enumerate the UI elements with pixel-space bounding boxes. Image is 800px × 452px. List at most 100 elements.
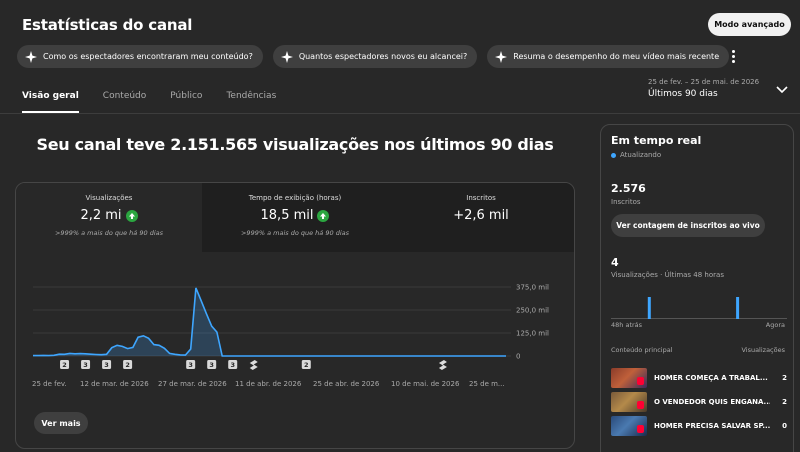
event-marker-label: 2 xyxy=(62,361,67,369)
kpi-tabs: Visualizações 2,2 mi >999% a mais do que… xyxy=(16,183,574,252)
live-dot-icon xyxy=(611,152,616,158)
event-marker-label: 3 xyxy=(188,361,193,369)
top-content-row[interactable]: HOMER PRECISA SALVAR SP... 0 xyxy=(611,416,787,436)
suggestion-chip-2[interactable]: Quantos espectadores novos eu alcancei? xyxy=(272,45,478,68)
analytics-page: Estatísticas do canal Modo avançado Como… xyxy=(0,0,800,452)
event-marker-label: 2 xyxy=(125,361,130,369)
suggestion-chip-label: Como os espectadores encontraram meu con… xyxy=(43,52,253,61)
tab-audience[interactable]: Público xyxy=(170,91,202,113)
kpi-note: >999% a mais do que há 90 dias xyxy=(240,229,349,237)
y-tick-label: 375,0 mil xyxy=(516,284,549,292)
x-tick-label: 10 de mai. de 2026 xyxy=(391,380,460,388)
x-tick-label: 25 de m... xyxy=(469,380,505,388)
top-content-metric: Visualizações xyxy=(741,346,785,354)
date-range-preset: Últimos 90 dias xyxy=(648,89,718,99)
see-more-button[interactable]: Ver mais xyxy=(34,412,88,434)
views-chart: 375,0 mil 250,0 mil 125,0 mil 0 2 3 3 2 3 3 3 2 25 d… xyxy=(32,284,549,389)
x-tick-label: 11 de abr. de 2026 xyxy=(235,380,302,388)
event-marker-label: 3 xyxy=(83,361,88,369)
kpi-note: >999% a mais do que há 90 dias xyxy=(54,229,163,237)
video-thumbnail xyxy=(611,392,647,412)
video-views: 2 xyxy=(782,398,787,406)
sparkle-icon xyxy=(494,50,508,64)
kpi-watch-time[interactable]: Tempo de exibição (horas) 18,5 mil >999%… xyxy=(202,183,388,252)
mini-bar xyxy=(736,297,740,319)
more-vert-icon[interactable] xyxy=(728,47,738,65)
mini-axis-left: 48h atrás xyxy=(611,321,643,329)
views-area xyxy=(33,287,506,356)
shorts-logo-icon xyxy=(637,377,644,385)
kpi-value: 2,2 mi xyxy=(80,208,122,223)
y-tick-label: 0 xyxy=(516,353,520,361)
kpi-value-row: 2,2 mi xyxy=(16,208,202,223)
realtime-title: Em tempo real xyxy=(611,134,702,147)
tab-overview[interactable]: Visão geral xyxy=(22,91,79,113)
video-title: HOMER PRECISA SALVAR SP... xyxy=(654,422,770,430)
event-marker-label: 3 xyxy=(209,361,214,369)
video-title: O VENDEDOR QUIS ENGANA... xyxy=(654,398,770,406)
kpi-value-row: +2,6 mil xyxy=(388,208,574,223)
mini-bar xyxy=(647,297,651,319)
headline: Seu canal teve 2.151.565 visualizações n… xyxy=(36,135,554,154)
top-content-header: Conteúdo principal xyxy=(611,346,673,354)
shorts-logo-icon xyxy=(637,401,644,409)
realtime-views-label: Visualizações · Últimas 48 horas xyxy=(611,271,724,279)
video-thumbnail xyxy=(611,416,647,436)
event-marker-label: 2 xyxy=(304,361,309,369)
suggestion-chip-3[interactable]: Resuma o desempenho do meu vídeo mais re… xyxy=(487,45,730,68)
sparkle-icon xyxy=(24,50,38,64)
realtime-subscribers-value: 2.576 xyxy=(611,182,646,195)
realtime-panel: Em tempo real Atualizando 2.576 Inscrito… xyxy=(600,124,794,452)
realtime-mini-chart xyxy=(611,297,787,319)
video-thumbnail xyxy=(611,368,647,388)
video-title: HOMER COMEÇA A TRABAL... xyxy=(654,374,768,382)
date-range-picker[interactable]: 25 de fev. – 25 de mai. de 2026 Últimos … xyxy=(648,78,759,99)
event-marker-label: 3 xyxy=(104,361,109,369)
top-content-row[interactable]: O VENDEDOR QUIS ENGANA... 2 xyxy=(611,392,787,412)
views-line xyxy=(33,287,506,357)
realtime-views-value: 4 xyxy=(611,256,619,269)
top-content-row[interactable]: HOMER COMEÇA A TRABAL... 2 xyxy=(611,368,787,388)
y-tick-label: 125,0 mil xyxy=(516,330,549,338)
x-tick-label: 27 de mar. de 2026 xyxy=(158,380,227,388)
x-tick-label: 25 de abr. de 2026 xyxy=(313,380,380,388)
page-title: Estatísticas do canal xyxy=(22,16,193,34)
realtime-subscribers-label: Inscritos xyxy=(611,198,641,206)
suggestion-chip-label: Quantos espectadores novos eu alcancei? xyxy=(298,52,468,61)
x-tick-label: 12 de mar. de 2026 xyxy=(80,380,149,388)
arrow-up-icon xyxy=(125,209,138,222)
video-views: 2 xyxy=(782,374,787,382)
kpi-views[interactable]: Visualizações 2,2 mi >999% a mais do que… xyxy=(16,183,202,252)
kpi-value: +2,6 mil xyxy=(453,208,509,223)
x-tick-label: 25 de fev. xyxy=(32,380,67,388)
shorts-marker-icon xyxy=(249,360,258,370)
suggestion-chip-1[interactable]: Como os espectadores encontraram meu con… xyxy=(17,45,263,68)
shorts-marker-icon xyxy=(438,360,447,370)
kpi-label: Inscritos xyxy=(466,194,496,202)
live-subscriber-count-button[interactable]: Ver contagem de inscritos ao vivo xyxy=(611,214,765,237)
kpi-subscribers[interactable]: Inscritos +2,6 mil xyxy=(388,183,574,252)
advanced-mode-button[interactable]: Modo avançado xyxy=(708,13,791,36)
arrow-up-icon xyxy=(317,209,330,222)
tab-trends[interactable]: Tendências xyxy=(226,91,276,113)
suggestion-chip-label: Resuma o desempenho do meu vídeo mais re… xyxy=(513,52,720,61)
date-range-text: 25 de fev. – 25 de mai. de 2026 xyxy=(648,78,760,86)
sparkle-icon xyxy=(280,50,294,64)
kpi-value: 18,5 mil xyxy=(260,208,314,223)
tab-content[interactable]: Conteúdo xyxy=(103,91,146,113)
tab-bar: Visão geral Conteúdo Público Tendências xyxy=(22,91,300,113)
metrics-card: Visualizações 2,2 mi >999% a mais do que… xyxy=(15,182,575,449)
kpi-value-row: 18,5 mil xyxy=(202,208,388,223)
kpi-label: Tempo de exibição (horas) xyxy=(248,194,342,202)
shorts-logo-icon xyxy=(637,425,644,433)
realtime-status: Atualizando xyxy=(611,151,661,159)
y-tick-label: 250,0 mil xyxy=(516,307,549,315)
suggestion-chips: Como os espectadores encontraram meu con… xyxy=(17,45,730,68)
tab-divider xyxy=(0,113,800,114)
kpi-label: Visualizações xyxy=(85,194,133,202)
event-marker-label: 3 xyxy=(230,361,235,369)
chevron-down-icon[interactable] xyxy=(775,84,789,96)
realtime-status-text: Atualizando xyxy=(620,151,662,159)
video-views: 0 xyxy=(782,422,787,430)
mini-axis-right: Agora xyxy=(765,321,785,329)
